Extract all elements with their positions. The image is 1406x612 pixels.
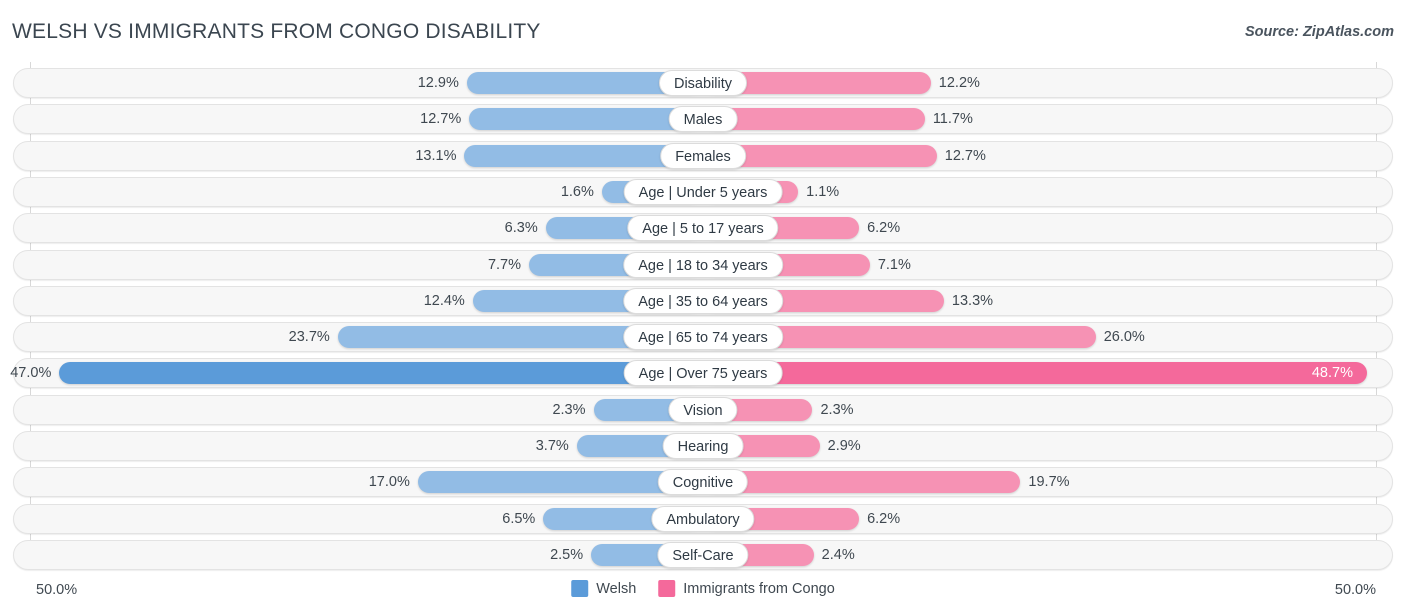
- chart-plot-area: 12.9% 12.2% Disability 12.7% 11.7% Males 13.1%…: [0, 62, 1406, 574]
- value-label-immigrants-from-congo: 11.7%: [932, 111, 973, 128]
- chart-footer: 50.0% 50.0% Welsh Immigrants from Congo: [0, 574, 1406, 612]
- bar-welsh: [59, 362, 703, 385]
- chart-row: 1.6% 1.1% Age | Under 5 years: [13, 176, 1393, 207]
- axis-label-left: 50.0%: [36, 582, 78, 598]
- value-label-welsh: 3.7%: [535, 438, 569, 454]
- chart-row: 2.5% 2.4% Self-Care: [13, 539, 1393, 570]
- value-label-welsh: 13.1%: [415, 147, 457, 164]
- value-label-immigrants-from-congo: 2.4%: [821, 546, 855, 563]
- chart-row: 17.0% 19.7% Cognitive: [13, 467, 1393, 498]
- chart-row: 6.3% 6.2% Age | 5 to 17 years: [13, 213, 1393, 244]
- axis-label-right: 50.0%: [1334, 582, 1376, 598]
- legend-label: Immigrants from Congo: [683, 580, 835, 597]
- chart-page: WELSH VS IMMIGRANTS FROM CONGO DISABILIT…: [0, 0, 1406, 612]
- page-title: WELSH VS IMMIGRANTS FROM CONGO DISABILIT…: [12, 20, 541, 43]
- value-label-welsh: 12.7%: [420, 111, 462, 128]
- legend-label: Welsh: [596, 580, 637, 597]
- row-category-label: Age | 5 to 17 years: [627, 215, 779, 242]
- chart-row: 12.7% 11.7% Males: [13, 104, 1393, 135]
- row-category-label: Females: [660, 142, 746, 169]
- chart-row: 2.3% 2.3% Vision: [13, 394, 1393, 425]
- chart-legend: Welsh Immigrants from Congo: [571, 580, 835, 597]
- value-label-immigrants-from-congo: 7.1%: [877, 256, 911, 273]
- row-category-label: Males: [668, 106, 738, 133]
- row-category-label: Disability: [658, 70, 748, 96]
- value-label-welsh: 12.9%: [417, 75, 459, 91]
- legend-item: Welsh: [571, 580, 636, 597]
- chart-row: 47.0% 48.7% Age | Over 75 years: [10, 358, 1393, 389]
- row-category-label: Age | 65 to 74 years: [623, 324, 783, 351]
- row-category-label: Cognitive: [657, 469, 749, 496]
- value-label-immigrants-from-congo: 6.2%: [867, 220, 901, 237]
- value-label-immigrants-from-congo: 2.9%: [827, 438, 861, 454]
- row-category-label: Hearing: [662, 433, 744, 459]
- row-category-label: Age | Over 75 years: [623, 360, 783, 387]
- row-category-label: Self-Care: [657, 541, 749, 568]
- chart-row: 23.7% 26.0% Age | 65 to 74 years: [13, 322, 1393, 353]
- value-label-welsh: 6.3%: [504, 220, 538, 237]
- value-label-welsh: 7.7%: [487, 256, 521, 273]
- value-label-immigrants-from-congo: 6.2%: [867, 510, 901, 527]
- value-label-immigrants-from-congo: 12.7%: [944, 147, 986, 164]
- chart-row: 12.4% 13.3% Age | 35 to 64 years: [13, 285, 1393, 316]
- row-category-label: Age | 35 to 64 years: [623, 287, 783, 314]
- row-category-label: Age | Under 5 years: [623, 178, 783, 205]
- bar-immigrants-from-congo: [703, 471, 1021, 494]
- legend-swatch-icon: [571, 580, 589, 597]
- value-label-welsh: 6.5%: [502, 510, 536, 527]
- value-label-welsh: 17.0%: [368, 474, 410, 491]
- value-label-welsh: 47.0%: [10, 365, 52, 382]
- legend-item: Immigrants from Congo: [658, 580, 835, 597]
- value-label-welsh: 1.6%: [560, 183, 594, 200]
- chart-row: 7.7% 7.1% Age | 18 to 34 years: [13, 249, 1393, 280]
- value-label-immigrants-from-congo: 2.3%: [820, 401, 854, 418]
- chart-row: 12.9% 12.2% Disability: [13, 68, 1393, 98]
- row-category-label: Ambulatory: [651, 505, 755, 532]
- row-category-label: Age | 18 to 34 years: [623, 251, 783, 278]
- value-label-immigrants-from-congo: 19.7%: [1028, 474, 1070, 491]
- legend-swatch-icon: [658, 580, 676, 597]
- bar-immigrants-from-congo: [703, 362, 1367, 385]
- value-label-immigrants-from-congo: 48.7%: [1311, 365, 1353, 382]
- value-label-welsh: 2.3%: [552, 401, 586, 418]
- value-label-immigrants-from-congo: 13.3%: [951, 292, 994, 309]
- chart-row: 13.1% 12.7% Females: [13, 140, 1393, 171]
- value-label-welsh: 23.7%: [288, 329, 330, 346]
- value-label-welsh: 2.5%: [550, 546, 584, 563]
- chart-row: 3.7% 2.9% Hearing: [13, 431, 1393, 461]
- value-label-welsh: 12.4%: [423, 292, 465, 309]
- source-attribution: Source: ZipAtlas.com: [1244, 24, 1394, 40]
- chart-row: 6.5% 6.2% Ambulatory: [13, 503, 1393, 534]
- value-label-immigrants-from-congo: 12.2%: [938, 75, 980, 91]
- row-category-label: Vision: [668, 396, 738, 423]
- value-label-immigrants-from-congo: 1.1%: [806, 183, 840, 200]
- value-label-immigrants-from-congo: 26.0%: [1103, 329, 1145, 346]
